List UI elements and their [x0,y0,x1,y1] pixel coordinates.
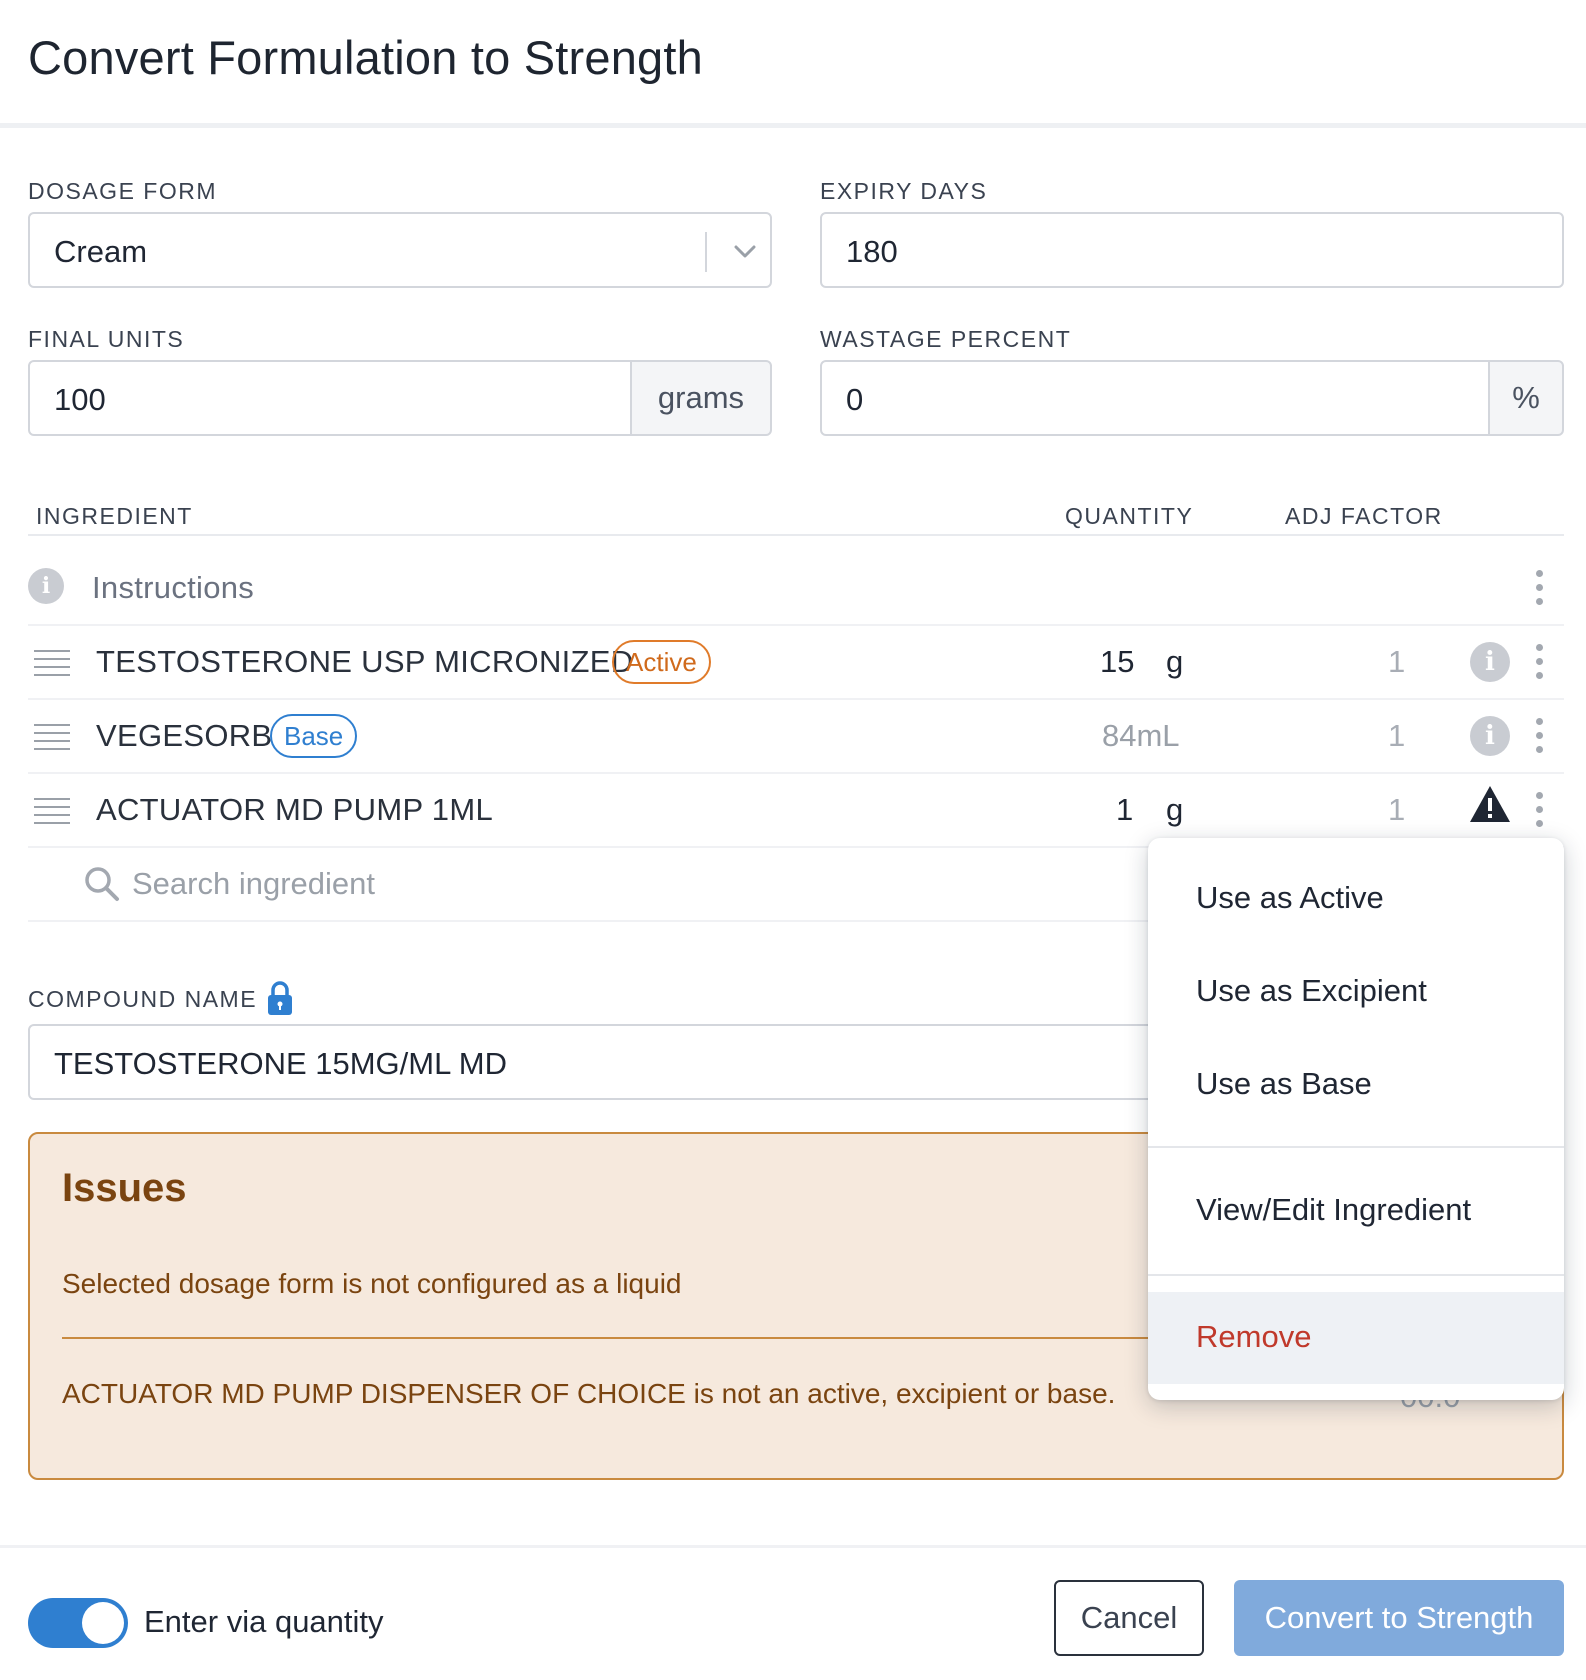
footer-divider [0,1545,1586,1548]
dosage-form-label: DOSAGE FORM [28,178,218,204]
ingredient-quantity: 1 [1116,792,1134,827]
dosage-form-select[interactable]: Cream [28,212,772,288]
menu-divider [1148,1146,1564,1148]
dosage-form-value: Cream [54,234,148,269]
issue-message: ACTUATOR MD PUMP DISPENSER OF CHOICE is … [62,1378,1116,1409]
toggle-label: Enter via quantity [144,1604,384,1639]
instructions-row[interactable]: i Instructions [28,552,1564,624]
drag-handle-icon[interactable] [34,650,70,676]
wastage-percent-value: 0 [846,382,864,417]
warning-icon[interactable] [1468,784,1512,824]
menu-item-use-as-base[interactable]: Use as Base [1196,1066,1372,1102]
expiry-days-label: EXPIRY DAYS [820,178,988,204]
convert-formulation-modal: Convert Formulation to Strength DOSAGE F… [0,0,1586,1680]
wastage-percent-unit: % [1488,360,1564,436]
info-icon[interactable]: i [1470,642,1510,682]
ingredient-adj-factor: 1 [1388,718,1406,753]
lock-icon[interactable] [265,980,295,1016]
ingredient-column-header: INGREDIENT [36,503,193,529]
base-badge: Base [270,714,358,758]
compound-name-label: COMPOUND NAME [28,986,258,1012]
drag-handle-icon[interactable] [34,798,70,824]
table-row[interactable]: ACTUATOR MD PUMP 1ML 1 g 1 [28,774,1564,846]
search-ingredient-input[interactable]: Search ingredient [132,866,375,902]
compound-name-value: TESTOSTERONE 15MG/ML MD [54,1046,508,1081]
ingredient-name: TESTOSTERONE USP MICRONIZED [96,644,634,679]
table-header-divider [28,534,1564,536]
table-row[interactable]: VEGESORB Base 84mL 1 i [28,700,1564,772]
info-icon: i [28,568,64,604]
ingredient-name: VEGESORB [96,718,273,753]
select-divider [705,232,707,272]
info-icon[interactable]: i [1470,716,1510,756]
modal-title: Convert Formulation to Strength [28,31,703,84]
final-units-unit: grams [630,360,772,436]
ingredient-quantity: 84mL [1102,718,1180,753]
issue-message: Selected dosage form is not configured a… [62,1268,682,1299]
search-icon [85,867,119,901]
cancel-button[interactable]: Cancel [1054,1580,1204,1656]
menu-divider [1148,1274,1564,1276]
table-row[interactable]: TESTOSTERONE USP MICRONIZED Active 15 g … [28,626,1564,698]
issues-title: Issues [62,1166,187,1210]
menu-item-view-edit-ingredient[interactable]: View/Edit Ingredient [1196,1192,1471,1228]
ingredient-name: ACTUATOR MD PUMP 1ML [96,792,493,827]
row-more-icon[interactable] [1534,644,1544,680]
wastage-percent-input[interactable]: 0 [820,360,1490,436]
adj-factor-column-header: ADJ FACTOR [1285,503,1443,529]
final-units-value: 100 [54,382,106,417]
drag-handle-icon[interactable] [34,724,70,750]
wastage-percent-label: WASTAGE PERCENT [820,326,1072,352]
ingredient-adj-factor: 1 [1388,792,1406,827]
ingredient-unit: g [1166,792,1184,827]
row-more-icon[interactable] [1534,792,1544,828]
convert-to-strength-button[interactable]: Convert to Strength [1234,1580,1564,1656]
final-units-label: FINAL UNITS [28,326,185,352]
instructions-more-icon[interactable] [1534,570,1544,606]
ingredient-unit: g [1166,644,1184,679]
row-more-icon[interactable] [1534,718,1544,754]
instructions-label: Instructions [92,570,255,605]
final-units-input[interactable]: 100 [28,360,632,436]
chevron-down-icon[interactable] [730,236,760,266]
active-badge: Active [612,640,711,684]
modal-header: Convert Formulation to Strength [0,0,1586,128]
menu-item-use-as-active[interactable]: Use as Active [1196,880,1384,916]
ingredient-adj-factor: 1 [1388,644,1406,679]
enter-via-quantity-toggle[interactable] [28,1598,128,1648]
ingredient-context-menu: Use as Active Use as Excipient Use as Ba… [1148,838,1564,1400]
expiry-days-input[interactable]: 180 [820,212,1564,288]
expiry-days-value: 180 [846,234,898,269]
menu-item-remove[interactable]: Remove [1196,1319,1311,1355]
toggle-knob [82,1602,124,1644]
ingredient-quantity: 15 [1100,644,1135,679]
menu-item-use-as-excipient[interactable]: Use as Excipient [1196,973,1427,1009]
quantity-column-header: QUANTITY [1065,503,1194,529]
